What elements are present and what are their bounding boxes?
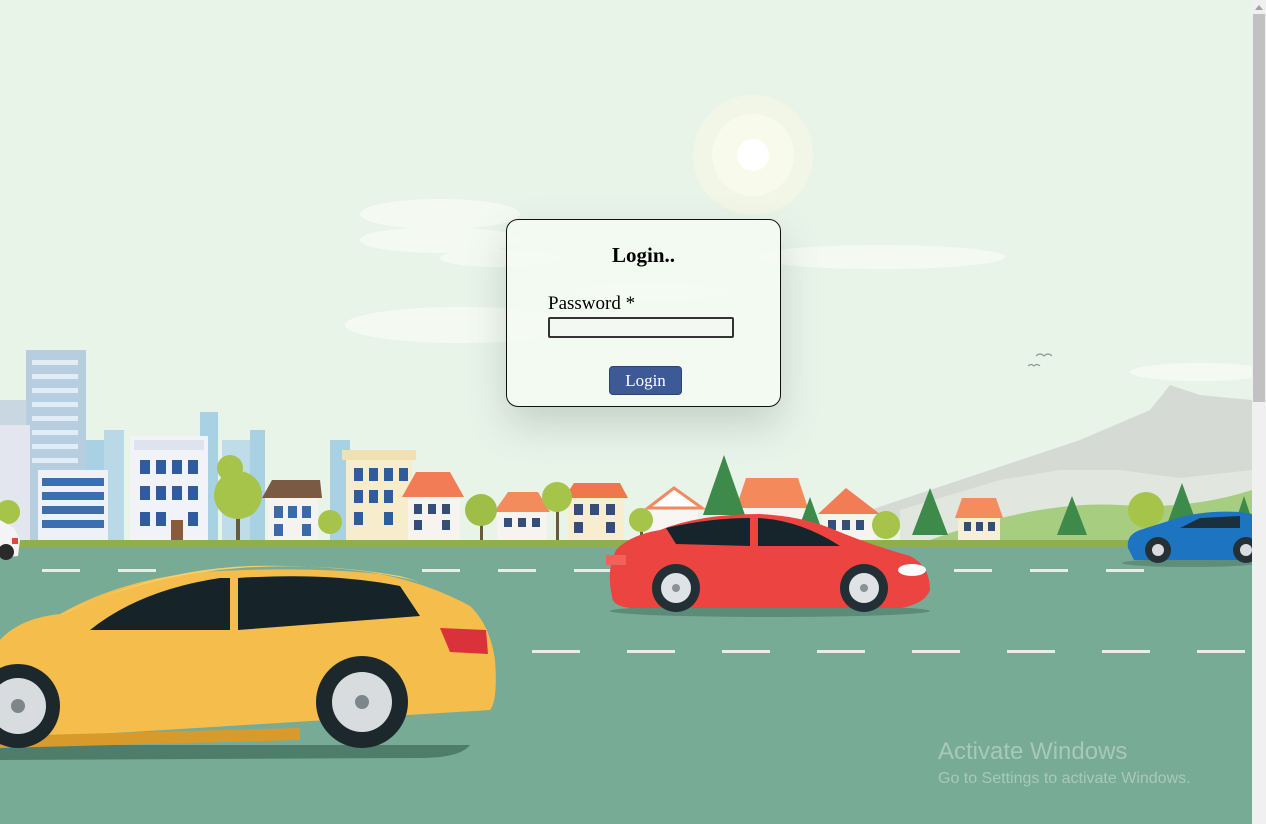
login-title: Login.. bbox=[611, 243, 676, 267]
vertical-scrollbar[interactable] bbox=[1252, 0, 1266, 824]
password-input[interactable] bbox=[548, 317, 734, 338]
login-card: Login.. Password * Login bbox=[506, 219, 781, 407]
login-button[interactable]: Login bbox=[609, 366, 682, 395]
scroll-up-arrow-icon[interactable] bbox=[1252, 0, 1266, 14]
watermark-subtitle: Go to Settings to activate Windows. bbox=[938, 770, 1191, 787]
password-label: Password * bbox=[548, 293, 636, 314]
sun-graphic bbox=[693, 95, 813, 215]
watermark-title: Activate Windows bbox=[938, 738, 1128, 765]
city-background-illustration bbox=[0, 0, 1252, 824]
activate-windows-watermark: Activate Windows Go to Settings to activ… bbox=[938, 736, 1191, 790]
scrollbar-thumb[interactable] bbox=[1253, 14, 1265, 402]
